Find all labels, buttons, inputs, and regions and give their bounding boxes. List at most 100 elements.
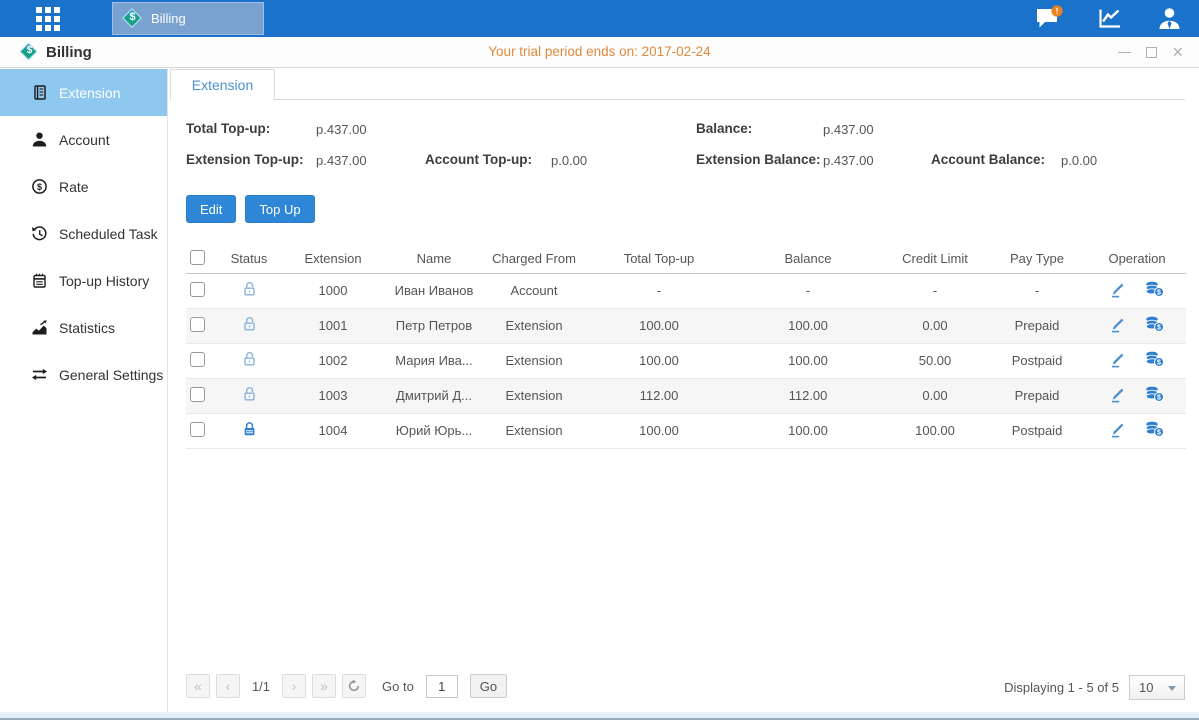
prev-page-button[interactable]: ‹ (216, 674, 240, 698)
edit-row-icon[interactable] (1110, 281, 1127, 301)
sidebar-item-general-settings[interactable]: General Settings (0, 351, 167, 398)
table-row: 1002 Мария Ива... Extension 100.00 100.0… (186, 343, 1186, 378)
summary-value: p.437.00 (316, 122, 367, 137)
row-checkbox[interactable] (190, 317, 205, 332)
column-header[interactable]: Balance (732, 245, 884, 273)
cell-extension: 1000 (280, 273, 386, 308)
edit-row-icon[interactable] (1110, 421, 1127, 441)
column-header[interactable]: Operation (1088, 245, 1186, 273)
sidebar-item-topup-history[interactable]: Top-up History (0, 257, 167, 304)
go-button[interactable]: Go (470, 674, 507, 698)
table-row: 1003 Дмитрий Д... Extension 112.00 112.0… (186, 378, 1186, 413)
row-checkbox[interactable] (190, 387, 205, 402)
summary-value: p.437.00 (823, 122, 874, 137)
sidebar-item-scheduled-task[interactable]: Scheduled Task (0, 210, 167, 257)
cell-name: Юрий Юрь... (386, 413, 482, 448)
table-row: 1001 Петр Петров Extension 100.00 100.00… (186, 308, 1186, 343)
column-header[interactable]: Status (218, 245, 280, 273)
tab-label: Extension (192, 77, 253, 93)
messages-button[interactable]: ! (1019, 5, 1079, 33)
window-title: $ Billing (20, 37, 92, 67)
tab-extension[interactable]: Extension (170, 69, 275, 100)
select-all-checkbox[interactable] (190, 250, 205, 265)
cell-balance: 100.00 (732, 343, 884, 378)
first-page-button[interactable]: « (186, 674, 210, 698)
window-title-bar: $ Billing Your trial period ends on: 201… (0, 37, 1199, 68)
row-checkbox[interactable] (190, 282, 205, 297)
app-grid-icon[interactable] (36, 7, 60, 31)
top-up-button[interactable]: Top Up (245, 195, 314, 223)
cell-balance: - (732, 273, 884, 308)
svg-text:$: $ (1157, 325, 1161, 332)
next-page-button[interactable]: › (282, 674, 306, 698)
reports-button[interactable] (1079, 6, 1139, 31)
summary-label: Account Top-up: (425, 152, 532, 167)
edit-button[interactable]: Edit (186, 195, 236, 223)
account-button[interactable] (1139, 6, 1199, 31)
sidebar-item-rate[interactable]: $ Rate (0, 163, 167, 210)
summary-label: Extension Top-up: (186, 152, 304, 167)
minimize-button[interactable] (1118, 52, 1131, 53)
sidebar-item-extension[interactable]: Extension (0, 69, 167, 116)
window-title-label: Billing (46, 44, 92, 61)
topbar-billing-tab[interactable]: $ Billing (112, 2, 264, 35)
cell-balance: 100.00 (732, 413, 884, 448)
sidebar-item-label: Extension (59, 85, 120, 101)
top-up-row-icon[interactable]: $ (1145, 421, 1164, 440)
top-up-row-icon[interactable]: $ (1145, 316, 1164, 335)
cell-credit-limit: - (884, 273, 986, 308)
row-checkbox[interactable] (190, 422, 205, 437)
svg-text:$: $ (1157, 430, 1161, 437)
top-up-row-icon[interactable]: $ (1145, 386, 1164, 405)
goto-page-input[interactable] (426, 675, 458, 698)
billing-diamond-icon: $ (122, 8, 143, 29)
page-size-select[interactable]: 10 (1129, 675, 1185, 700)
column-header[interactable]: Extension (280, 245, 386, 273)
top-up-row-icon[interactable]: $ (1145, 281, 1164, 300)
billing-window: $ Billing ! (0, 0, 1199, 720)
cell-balance: 112.00 (732, 378, 884, 413)
cell-extension: 1004 (280, 413, 386, 448)
sidebar-item-label: Account (59, 132, 110, 148)
cell-charged-from: Extension (482, 378, 586, 413)
edit-row-icon[interactable] (1110, 386, 1127, 406)
maximize-button[interactable] (1146, 47, 1157, 58)
sidebar: Extension Account $ Rate Scheduled Task (0, 69, 168, 712)
summary-label: Total Top-up: (186, 121, 270, 136)
summary-label: Extension Balance: (696, 152, 821, 167)
cell-name: Иван Иванов (386, 273, 482, 308)
sidebar-item-account[interactable]: Account (0, 116, 167, 163)
unlock-icon (242, 386, 257, 402)
displaying-text: Displaying 1 - 5 of 5 (1004, 680, 1119, 695)
tab-strip: Extension (169, 69, 1185, 100)
top-up-row-icon[interactable]: $ (1145, 351, 1164, 370)
notepad-icon (31, 272, 48, 289)
dollar-coin-icon: $ (31, 178, 48, 195)
row-checkbox[interactable] (190, 352, 205, 367)
column-header[interactable]: Credit Limit (884, 245, 986, 273)
column-header[interactable]: Pay Type (986, 245, 1088, 273)
refresh-button[interactable] (342, 674, 366, 698)
window-footer-strip (0, 712, 1199, 720)
last-page-button[interactable]: » (312, 674, 336, 698)
cell-total-topup: 100.00 (586, 343, 732, 378)
page-size-value: 10 (1139, 680, 1153, 695)
column-header[interactable]: Total Top-up (586, 245, 732, 273)
person-icon (31, 131, 48, 148)
sidebar-item-label: Top-up History (59, 273, 149, 289)
cell-credit-limit: 0.00 (884, 308, 986, 343)
cell-name: Мария Ива... (386, 343, 482, 378)
cell-extension: 1003 (280, 378, 386, 413)
edit-row-icon[interactable] (1110, 316, 1127, 336)
column-header[interactable]: Name (386, 245, 482, 273)
cell-extension: 1002 (280, 343, 386, 378)
summary-value: p.437.00 (316, 153, 367, 168)
cell-extension: 1001 (280, 308, 386, 343)
billing-diamond-icon: $ (20, 43, 39, 62)
edit-row-icon[interactable] (1110, 351, 1127, 371)
column-header[interactable]: Charged From (482, 245, 586, 273)
summary-value: p.0.00 (1061, 153, 1097, 168)
cell-total-topup: 100.00 (586, 413, 732, 448)
sidebar-item-statistics[interactable]: Statistics (0, 304, 167, 351)
close-button[interactable]: × (1172, 47, 1183, 58)
